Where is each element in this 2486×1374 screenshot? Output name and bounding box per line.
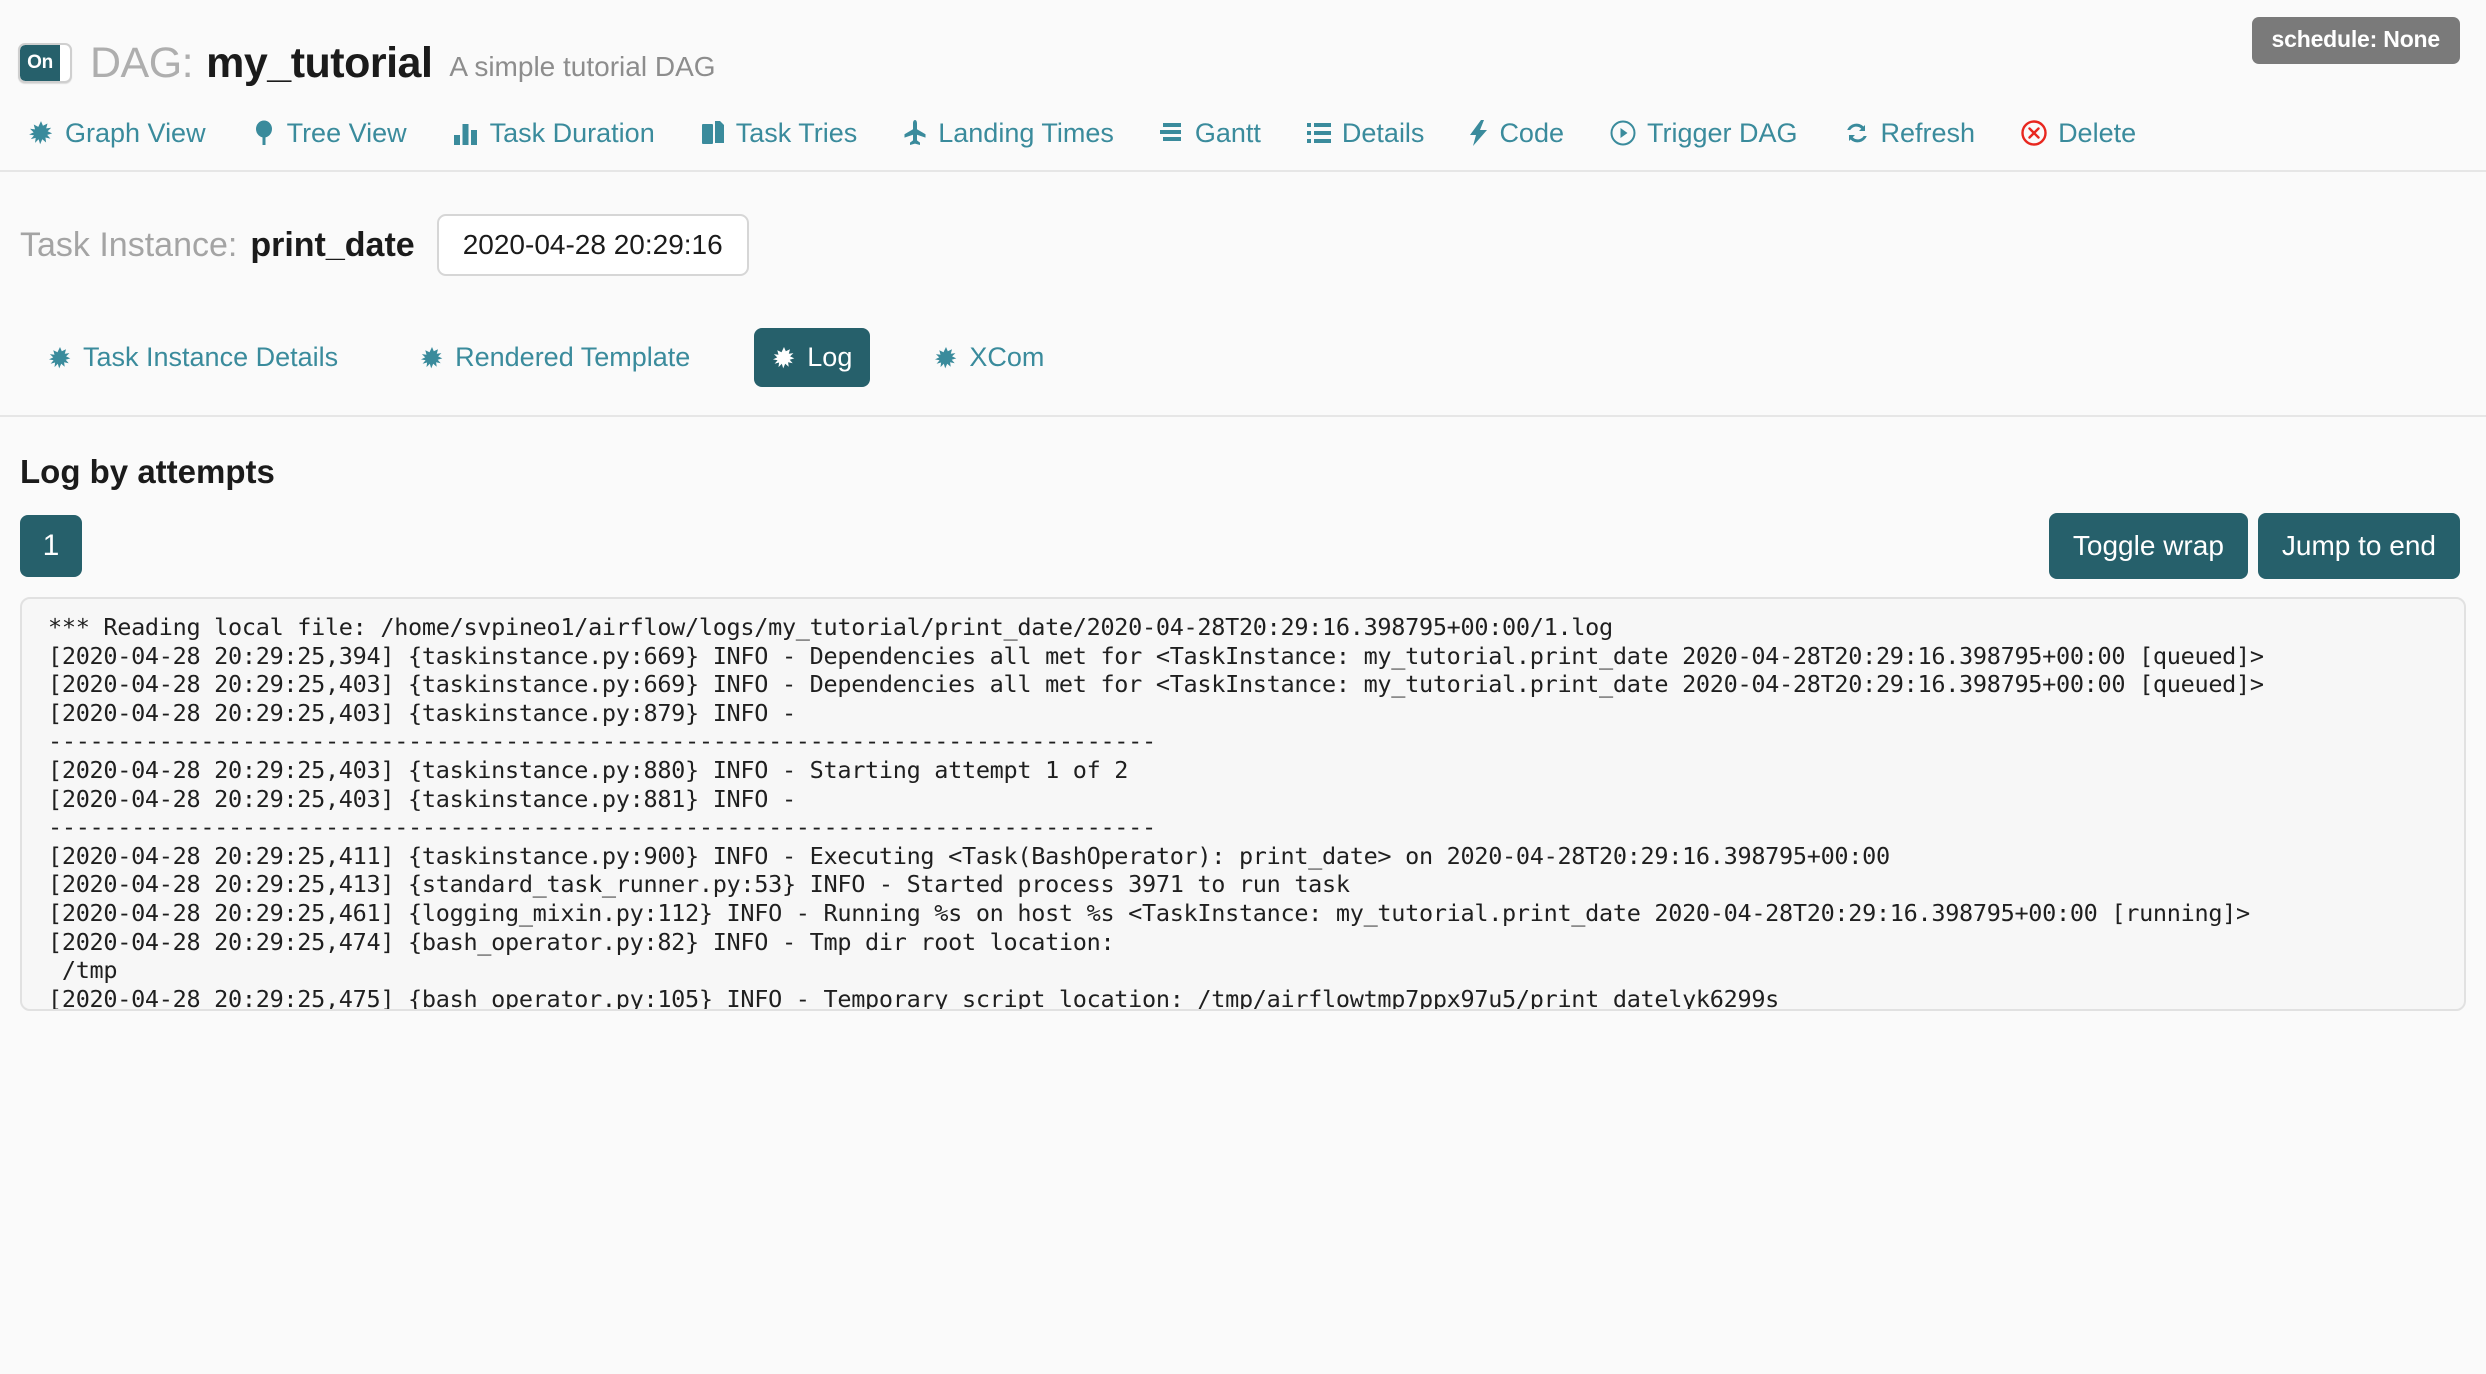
nav-item-landing-times[interactable]: Landing Times — [903, 118, 1114, 149]
nav-item-task-tries[interactable]: Task Tries — [701, 118, 858, 149]
nav-item-label: Task Tries — [736, 118, 858, 149]
nav-item-graph-view[interactable]: Graph View — [28, 118, 206, 149]
dag-toggle-on-label: On — [20, 45, 60, 81]
play-circle-icon — [1610, 120, 1636, 146]
lightning-bolt-icon — [1470, 120, 1488, 146]
log-line: [2020-04-28 20:29:25,411] {taskinstance.… — [48, 842, 2464, 871]
log-line: [2020-04-28 20:29:25,461] {logging_mixin… — [48, 899, 2464, 928]
attempt-tab-1[interactable]: 1 — [20, 515, 82, 577]
asterisk-icon — [772, 346, 796, 370]
tree-icon — [252, 120, 276, 146]
asterisk-icon — [28, 120, 54, 146]
asterisk-icon — [934, 346, 958, 370]
tab-label: Rendered Template — [455, 342, 690, 373]
log-section-heading: Log by attempts — [0, 417, 2486, 491]
dag-pause-toggle[interactable]: On — [18, 43, 72, 83]
delete-circle-icon — [2021, 120, 2047, 146]
nav-item-trigger-dag[interactable]: Trigger DAG — [1610, 118, 1798, 149]
nav-item-label: Gantt — [1195, 118, 1261, 149]
bar-chart-icon — [453, 120, 479, 146]
nav-item-tree-view[interactable]: Tree View — [252, 118, 407, 149]
nav-item-label: Refresh — [1881, 118, 1976, 149]
nav-item-label: Task Duration — [490, 118, 655, 149]
airflow-dag-log-page: On DAG: my_tutorial A simple tutorial DA… — [0, 0, 2486, 1374]
nav-item-refresh[interactable]: Refresh — [1844, 118, 1976, 149]
tab-rendered-template[interactable]: Rendered Template — [402, 328, 708, 387]
refresh-icon — [1844, 120, 1870, 146]
tab-label: Log — [807, 342, 852, 373]
log-attempt-toolbar: 1 Toggle wrap Jump to end — [0, 491, 2486, 579]
log-line: ----------------------------------------… — [48, 727, 2464, 756]
log-line: ----------------------------------------… — [48, 813, 2464, 842]
nav-item-label: Landing Times — [938, 118, 1114, 149]
nav-item-label: Code — [1499, 118, 1564, 149]
log-output-panel[interactable]: *** Reading local file: /home/svpineo1/a… — [20, 597, 2466, 1011]
nav-item-gantt[interactable]: Gantt — [1160, 118, 1261, 149]
asterisk-icon — [48, 346, 72, 370]
log-line: [2020-04-28 20:29:25,403] {taskinstance.… — [48, 785, 2464, 814]
tab-label: Task Instance Details — [83, 342, 338, 373]
dag-description: A simple tutorial DAG — [449, 51, 715, 83]
nav-item-label: Details — [1342, 118, 1425, 149]
nav-item-code[interactable]: Code — [1470, 118, 1564, 149]
log-line: [2020-04-28 20:29:25,403] {taskinstance.… — [48, 756, 2464, 785]
nav-item-label: Delete — [2058, 118, 2136, 149]
toggle-wrap-button[interactable]: Toggle wrap — [2049, 513, 2248, 579]
asterisk-icon — [420, 346, 444, 370]
nav-item-label: Trigger DAG — [1647, 118, 1798, 149]
log-line: *** Reading local file: /home/svpineo1/a… — [48, 613, 2464, 642]
dag-header: On DAG: my_tutorial A simple tutorial DA… — [0, 0, 2486, 96]
plane-icon — [903, 120, 927, 146]
task-instance-label: Task Instance: — [20, 226, 237, 265]
status-badge: schedule: None — [2252, 17, 2460, 64]
dag-prefix-label: DAG: — [90, 39, 193, 88]
log-line: [2020-04-28 20:29:25,413] {standard_task… — [48, 870, 2464, 899]
log-line: [2020-04-28 20:29:25,403] {taskinstance.… — [48, 670, 2464, 699]
tab-log[interactable]: Log — [754, 328, 870, 387]
task-instance-subtabs: Task Instance Details Rendered Template … — [0, 298, 2486, 417]
log-action-buttons: Toggle wrap Jump to end — [2049, 513, 2460, 579]
log-text-content: *** Reading local file: /home/svpineo1/a… — [22, 599, 2464, 1011]
task-instance-row: Task Instance: print_date 2020-04-28 20:… — [0, 172, 2486, 276]
list-icon — [1307, 121, 1331, 145]
dag-nav-tabs: Graph View Tree View Task Duration Task … — [0, 96, 2486, 172]
log-line: [2020-04-28 20:29:25,475] {bash_operator… — [48, 985, 2464, 1011]
nav-item-task-duration[interactable]: Task Duration — [453, 118, 655, 149]
log-line: [2020-04-28 20:29:25,474] {bash_operator… — [48, 928, 2464, 957]
nav-item-label: Graph View — [65, 118, 206, 149]
log-line: /tmp — [48, 956, 2464, 985]
tab-label: XCom — [969, 342, 1044, 373]
copy-files-icon — [701, 120, 725, 146]
log-line: [2020-04-28 20:29:25,394] {taskinstance.… — [48, 642, 2464, 671]
align-justify-icon — [1160, 121, 1184, 145]
nav-item-delete[interactable]: Delete — [2021, 118, 2136, 149]
nav-item-details[interactable]: Details — [1307, 118, 1425, 149]
log-line: [2020-04-28 20:29:25,403] {taskinstance.… — [48, 699, 2464, 728]
tab-xcom[interactable]: XCom — [916, 328, 1062, 387]
tab-task-instance-details[interactable]: Task Instance Details — [30, 328, 356, 387]
task-instance-task-id: print_date — [250, 226, 414, 265]
page-title: my_tutorial — [206, 39, 432, 88]
jump-to-end-button[interactable]: Jump to end — [2258, 513, 2460, 579]
execution-date-field[interactable]: 2020-04-28 20:29:16 — [437, 214, 749, 276]
nav-item-label: Tree View — [287, 118, 407, 149]
